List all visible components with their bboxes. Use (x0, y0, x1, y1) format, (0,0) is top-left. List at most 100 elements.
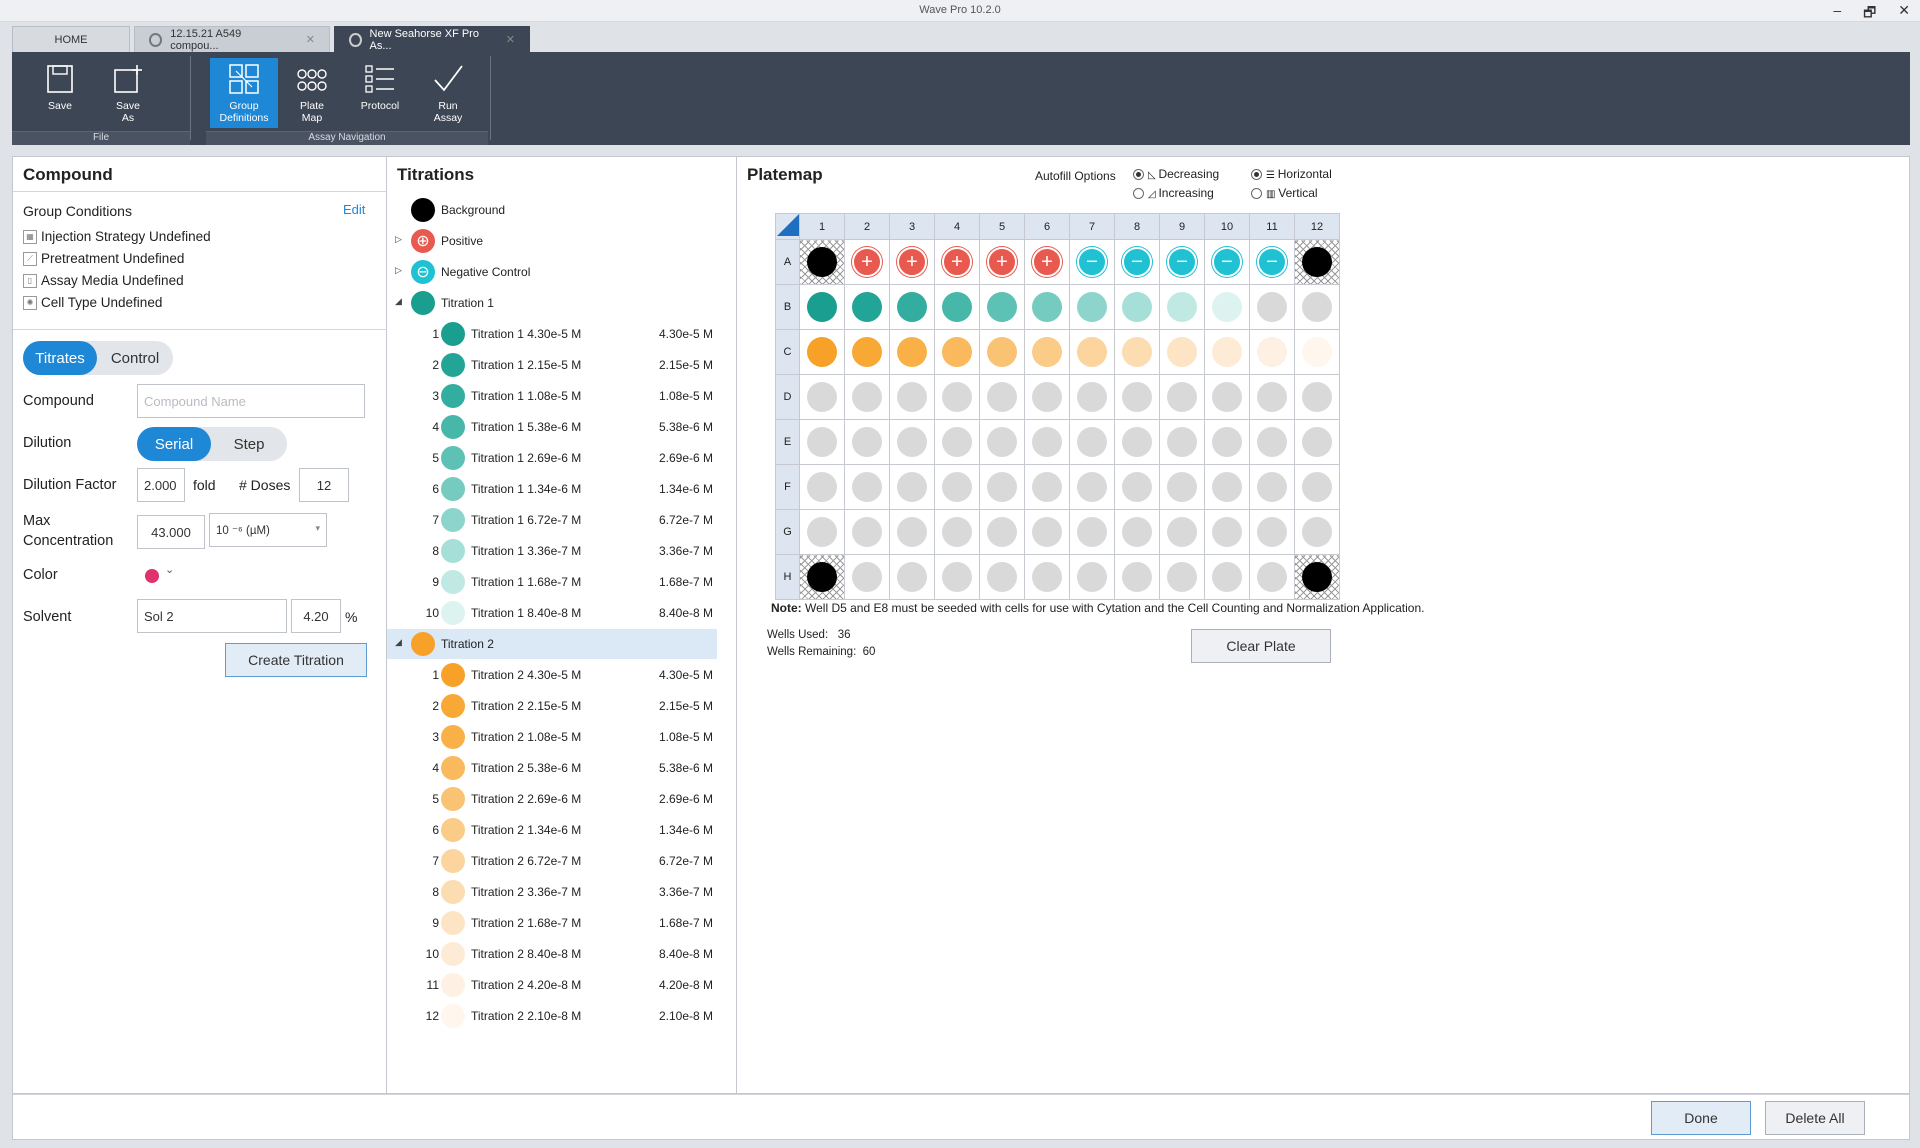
group-positive[interactable]: ▷ ⊕ Positive (387, 226, 717, 256)
compound-name-input[interactable]: Compound Name (137, 384, 365, 418)
plate-well-cell[interactable] (889, 329, 935, 375)
plate-well-cell[interactable] (1294, 419, 1340, 465)
plate-well-cell[interactable] (799, 329, 845, 375)
column-header[interactable]: 3 (889, 213, 935, 240)
plate-well-cell[interactable] (1159, 464, 1205, 510)
plate-well-cell[interactable] (1114, 329, 1160, 375)
titration-1-dose[interactable]: 6 Titration 1 1.34e-6 M 1.34e-6 M (387, 474, 717, 504)
plate-well-cell[interactable] (1204, 509, 1250, 555)
plate-well-cell[interactable] (799, 284, 845, 330)
column-header[interactable]: 9 (1159, 213, 1205, 240)
titration-2-dose[interactable]: 12 Titration 2 2.10e-8 M 2.10e-8 M (387, 1001, 717, 1031)
plate-well-cell[interactable] (1294, 509, 1340, 555)
plate-well-cell[interactable] (1069, 509, 1115, 555)
titration-1-dose[interactable]: 7 Titration 1 6.72e-7 M 6.72e-7 M (387, 505, 717, 535)
plate-well-cell[interactable] (1294, 464, 1340, 510)
plate-map-button[interactable]: Plate Map (278, 58, 346, 128)
expand-caret-icon[interactable]: ▷ (395, 265, 402, 276)
plate-well-cell[interactable] (1204, 554, 1250, 600)
titration-2-dose[interactable]: 11 Titration 2 4.20e-8 M 4.20e-8 M (387, 970, 717, 1000)
titration-2-dose[interactable]: 8 Titration 2 3.36e-7 M 3.36e-7 M (387, 877, 717, 907)
close-icon[interactable]: ✕ (1898, 2, 1910, 26)
plate-well-cell[interactable] (1024, 509, 1070, 555)
plate-well-cell[interactable] (1069, 554, 1115, 600)
titration-2-dose[interactable]: 5 Titration 2 2.69e-6 M 2.69e-6 M (387, 784, 717, 814)
titration-2-dose[interactable]: 9 Titration 2 1.68e-7 M 1.68e-7 M (387, 908, 717, 938)
titration-1-dose[interactable]: 9 Titration 1 1.68e-7 M 1.68e-7 M (387, 567, 717, 597)
close-tab-icon[interactable]: ✕ (306, 33, 315, 46)
titration-2-dose[interactable]: 2 Titration 2 2.15e-5 M 2.15e-5 M (387, 691, 717, 721)
plate-well-cell[interactable] (1294, 374, 1340, 420)
save-button[interactable]: Save (26, 58, 94, 128)
plate-well-cell[interactable] (1114, 509, 1160, 555)
plate-well-cell[interactable] (1204, 464, 1250, 510)
expand-caret-icon[interactable]: ▷ (395, 234, 402, 245)
titration-2-dose[interactable]: 7 Titration 2 6.72e-7 M 6.72e-7 M (387, 846, 717, 876)
column-header[interactable]: 4 (934, 213, 980, 240)
tab-new-assay[interactable]: New Seahorse XF Pro As... ✕ (334, 26, 530, 52)
plate-well-cell[interactable] (934, 554, 980, 600)
plate-well-cell[interactable] (1069, 284, 1115, 330)
collapse-caret-icon[interactable]: ◢ (395, 296, 402, 307)
group-titration-1[interactable]: ◢ Titration 1 (387, 288, 717, 318)
column-header[interactable]: 10 (1204, 213, 1250, 240)
create-titration-button[interactable]: Create Titration (225, 643, 367, 677)
vertical-radio[interactable]: ▥ Vertical (1251, 186, 1318, 200)
plate-well-cell[interactable] (799, 509, 845, 555)
plate-well-cell[interactable] (1159, 284, 1205, 330)
plate-well-cell[interactable] (889, 554, 935, 600)
titration-2-dose[interactable]: 6 Titration 2 1.34e-6 M 1.34e-6 M (387, 815, 717, 845)
plate-well-cell[interactable] (1204, 284, 1250, 330)
titration-1-dose[interactable]: 2 Titration 1 2.15e-5 M 2.15e-5 M (387, 350, 717, 380)
step-toggle[interactable]: Step (211, 427, 287, 461)
column-header[interactable]: 8 (1114, 213, 1160, 240)
titration-2-dose[interactable]: 10 Titration 2 8.40e-8 M 8.40e-8 M (387, 939, 717, 969)
plate-well-cell[interactable]: − (1114, 239, 1160, 285)
select-all-corner[interactable] (775, 213, 800, 240)
plate-well-cell[interactable]: − (1069, 239, 1115, 285)
plate-well-cell[interactable]: − (1204, 239, 1250, 285)
plate-well-cell[interactable] (844, 284, 890, 330)
plate-well-cell[interactable] (1024, 374, 1070, 420)
row-header[interactable]: E (775, 419, 800, 465)
row-header[interactable]: B (775, 284, 800, 330)
row-header[interactable]: C (775, 329, 800, 375)
column-header[interactable]: 12 (1294, 213, 1340, 240)
plate-well-cell[interactable] (799, 374, 845, 420)
plate-well-cell[interactable] (979, 554, 1025, 600)
plate-well-cell[interactable]: + (979, 239, 1025, 285)
titration-1-dose[interactable]: 10 Titration 1 8.40e-8 M 8.40e-8 M (387, 598, 717, 628)
decreasing-radio[interactable]: ◺ Decreasing (1133, 167, 1219, 181)
solvent-input[interactable]: Sol 2 (137, 599, 287, 633)
plate-well-cell[interactable] (1069, 464, 1115, 510)
plate-well-cell[interactable] (1114, 284, 1160, 330)
row-header[interactable]: H (775, 554, 800, 600)
unit-dropdown[interactable]: 10 ⁻⁶ (µM) ▾ (209, 513, 327, 547)
titration-1-dose[interactable]: 5 Titration 1 2.69e-6 M 2.69e-6 M (387, 443, 717, 473)
plate-well-cell[interactable] (1159, 374, 1205, 420)
tab-a549[interactable]: 12.15.21 A549 compou... ✕ (134, 26, 330, 52)
plate-well-cell[interactable]: + (934, 239, 980, 285)
save-as-button[interactable]: Save As (94, 58, 162, 128)
doses-input[interactable]: 12 (299, 468, 349, 502)
group-negative-control[interactable]: ▷ ⊖ Negative Control (387, 257, 717, 287)
plate-well-cell[interactable] (1204, 419, 1250, 465)
plate-well-cell[interactable] (1249, 329, 1295, 375)
plate-well-cell[interactable]: + (1024, 239, 1070, 285)
plate-well-cell[interactable] (934, 284, 980, 330)
run-assay-button[interactable]: Run Assay (414, 58, 482, 128)
row-header[interactable]: A (775, 239, 800, 285)
plate-well-cell[interactable] (1249, 374, 1295, 420)
titration-1-dose[interactable]: 3 Titration 1 1.08e-5 M 1.08e-5 M (387, 381, 717, 411)
column-header[interactable]: 11 (1249, 213, 1295, 240)
plate-well-cell[interactable] (979, 284, 1025, 330)
plate-well-cell[interactable] (889, 464, 935, 510)
plate-well-cell[interactable]: − (1159, 239, 1205, 285)
plate-well-cell[interactable]: + (844, 239, 890, 285)
plate-well-cell[interactable] (1249, 284, 1295, 330)
plate-well-cell[interactable] (1249, 554, 1295, 600)
plate-well-cell[interactable] (1204, 329, 1250, 375)
plate-well-cell[interactable] (844, 554, 890, 600)
plate-well-cell[interactable] (1249, 464, 1295, 510)
plate-well-cell[interactable] (1159, 329, 1205, 375)
